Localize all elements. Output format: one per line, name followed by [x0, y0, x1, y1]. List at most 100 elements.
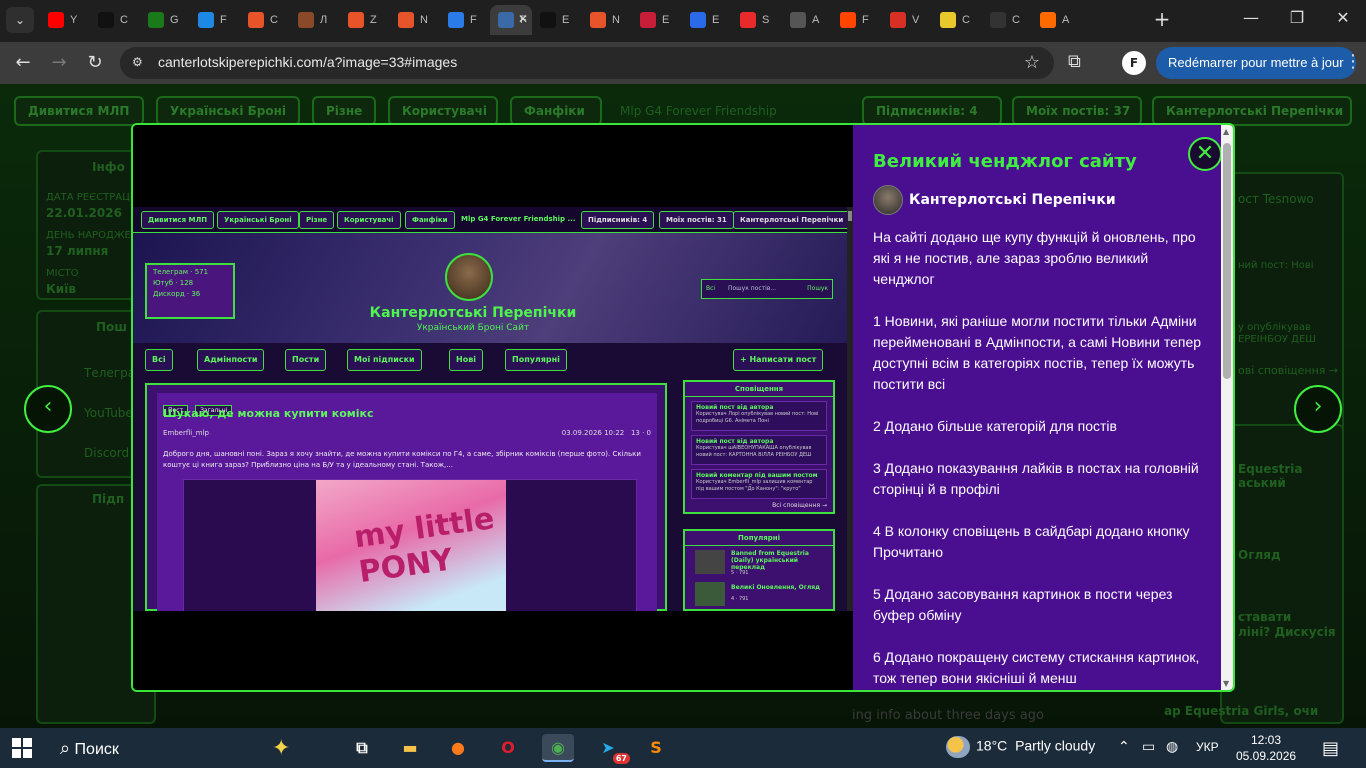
telegram-icon[interactable]: ➤ 67 — [592, 734, 630, 764]
clock-date: 05.09.2026 — [1236, 749, 1297, 763]
scroll-thumb[interactable] — [1223, 143, 1231, 379]
back-button[interactable]: ← — [10, 51, 36, 77]
start-button[interactable] — [12, 738, 32, 758]
bookmark-star-icon[interactable]: ☆ — [1024, 52, 1040, 73]
browser-tab[interactable]: F — [190, 5, 240, 35]
shot-menu-write: + Написати пост — [733, 349, 824, 371]
browser-tab[interactable]: Y — [40, 5, 90, 35]
forward-button[interactable]: → — [46, 51, 72, 77]
tab-close-icon[interactable]: ✕ — [518, 12, 528, 26]
shot-menu-popular: Популярні — [505, 349, 567, 371]
browser-tab[interactable]: F — [832, 5, 882, 35]
lightbox-close-button[interactable]: ✕ — [1188, 137, 1222, 171]
next-image-button[interactable]: › — [1294, 385, 1342, 433]
bg-nav-misc[interactable]: Різне — [312, 96, 376, 126]
browser-tab[interactable]: N — [582, 5, 632, 35]
shot-nav-fanfics: Фанфіки — [405, 211, 455, 229]
image-icon — [498, 12, 514, 28]
globe-icon[interactable]: ◍ — [1166, 739, 1178, 755]
author-avatar[interactable] — [873, 185, 903, 215]
bg-right-8[interactable]: ставати — [1238, 610, 1291, 624]
language-indicator[interactable]: УКР — [1196, 740, 1219, 754]
profile-avatar[interactable]: F — [1122, 51, 1146, 75]
minimize-button[interactable]: — — [1236, 8, 1266, 27]
tab-title: E — [662, 14, 670, 26]
site-info-icon[interactable]: ⚙ — [132, 55, 148, 71]
browser-tab[interactable]: S — [732, 5, 782, 35]
network-icon[interactable]: ▭ — [1142, 739, 1155, 755]
shot-subscribers: Підписників: 4 — [581, 211, 655, 229]
browser-tab[interactable]: F ✕ — [490, 5, 532, 35]
bg-nav-users[interactable]: Користувачі — [388, 96, 498, 126]
bg-nav-friendship[interactable]: Mlp G4 Forever Friendship — [620, 104, 777, 118]
maximize-button[interactable]: ❐ — [1282, 8, 1312, 27]
tab-search-button[interactable]: ⌄ — [6, 7, 34, 33]
browser-tab[interactable]: Л — [290, 5, 340, 35]
firefox-icon[interactable]: ● — [442, 734, 474, 762]
post-panel-scrollbar[interactable]: ▲ ▼ — [1221, 125, 1233, 690]
hd-icon — [790, 12, 806, 28]
shot-profile: Кантерлотські Перепічки — [733, 211, 851, 229]
bg-right-7[interactable]: аський — [1238, 476, 1286, 490]
game-icon — [148, 12, 164, 28]
sublime-icon[interactable]: S — [640, 734, 672, 762]
shot-site-title: Кантерлотські Перепічки — [369, 305, 577, 321]
bg-youtube-link[interactable]: YouTube — [84, 406, 133, 420]
browser-tab[interactable]: Z — [340, 5, 390, 35]
browser-tab[interactable]: E — [532, 5, 582, 35]
browser-tab[interactable]: F — [440, 5, 490, 35]
bg-nav-fanfics[interactable]: Фанфіки — [510, 96, 602, 126]
comic-cover-text: my little PONY — [351, 501, 497, 591]
previous-image-button[interactable]: ‹ — [24, 385, 72, 433]
bg-right-14[interactable]: ар Equestria Girls, очи — [1164, 704, 1318, 718]
new-tab-button[interactable]: + — [1150, 8, 1174, 32]
post-paragraph: 4 В колонку сповіщень в сайдбарі додано … — [873, 523, 1190, 560]
taskbar-search[interactable]: ⌕ Поиск ✦ — [52, 732, 332, 764]
orange-icon — [1040, 12, 1056, 28]
bg-right-6[interactable]: Equestria — [1238, 462, 1302, 476]
bg-right-5[interactable]: ові сповіщення → — [1238, 364, 1338, 377]
browser-tab[interactable]: G — [140, 5, 190, 35]
tray-chevron-icon[interactable]: ⌃ — [1118, 739, 1130, 755]
scroll-up-icon[interactable]: ▲ — [1223, 127, 1229, 136]
author-name[interactable]: Кантерлотські Перепічки — [909, 192, 1116, 208]
window-close-button[interactable]: ✕ — [1328, 8, 1358, 27]
bg-right-9[interactable]: ліні? Дискусія — [1238, 625, 1336, 639]
bg-profile-menu[interactable]: Кантерлотські Перепічки — [1152, 96, 1352, 126]
opera-icon[interactable]: O — [492, 734, 524, 762]
clock[interactable]: 12:03 05.09.2026 — [1236, 732, 1296, 764]
bg-right-2: ний пост: Нові — [1238, 260, 1314, 271]
bg-discord-link[interactable]: Discord — [84, 446, 129, 460]
chart-icon — [690, 12, 706, 28]
task-view-icon[interactable]: ⧉ — [346, 734, 378, 762]
shot-menu-posts: Пости — [285, 349, 327, 371]
bg-nav-watch[interactable]: Дивитися МЛП — [14, 96, 144, 126]
browser-tab[interactable]: C — [982, 5, 1032, 35]
extensions-icon[interactable]: ⧉ — [1068, 51, 1081, 72]
scroll-down-icon[interactable]: ▼ — [1223, 679, 1229, 688]
post-paragraph: 1 Новини, які раніше могли постити тільк… — [873, 313, 1202, 392]
browser-tab[interactable]: A — [782, 5, 832, 35]
browser-tab[interactable]: C — [90, 5, 140, 35]
browser-tab[interactable]: E — [682, 5, 732, 35]
address-bar[interactable]: ⚙ canterlotskiperepichki.com/a?image=33#… — [120, 47, 1054, 79]
browser-menu-icon[interactable]: ⋮ — [1344, 51, 1362, 72]
hq-icon — [198, 12, 214, 28]
notifications-icon[interactable]: ▤ — [1322, 738, 1339, 759]
reload-button[interactable]: ↻ — [82, 51, 108, 77]
shot-search-scope: Всі — [706, 285, 716, 292]
weather-widget[interactable]: 18°C Partly cloudy — [946, 736, 1095, 758]
bg-nav-bronies[interactable]: Українські Броні — [156, 96, 300, 126]
browser-tab[interactable]: V — [882, 5, 932, 35]
browser-tab[interactable]: C — [240, 5, 290, 35]
pony-icon — [940, 12, 956, 28]
browser-tab[interactable]: A — [1032, 5, 1082, 35]
browser-tab[interactable]: C — [932, 5, 982, 35]
browser-tab[interactable]: E — [632, 5, 682, 35]
browser-tab[interactable]: N — [390, 5, 440, 35]
bg-right-10[interactable]: Огляд — [1238, 548, 1281, 562]
update-restart-button[interactable]: Redémarrer pour mettre à jour — [1156, 47, 1356, 79]
file-explorer-icon[interactable]: ▬ — [394, 734, 426, 762]
chrome-icon[interactable]: ◉ — [542, 734, 574, 762]
url-text[interactable]: canterlotskiperepichki.com/a?image=33#im… — [158, 54, 457, 70]
